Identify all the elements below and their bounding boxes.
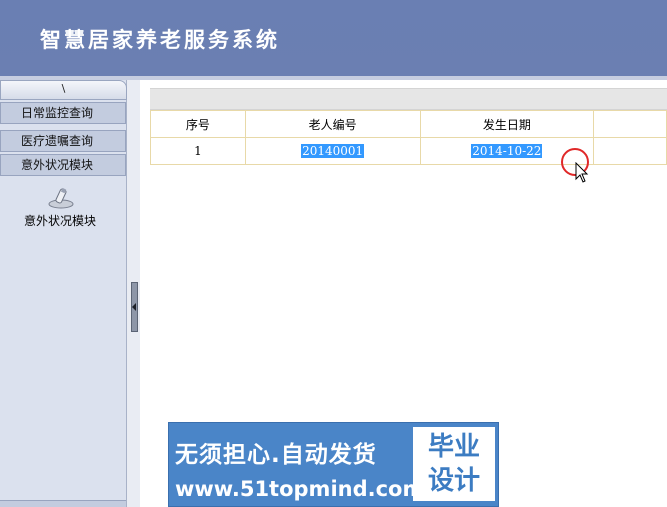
app-header: 智慧居家养老服务系统 [0,0,667,76]
sidebar-tab[interactable]: \ [0,80,127,100]
watermark-banner: 无须担心.自动发货 www.51topmind.com 毕业 设计 [168,422,499,507]
column-header-empty [593,110,667,138]
module-icon [48,187,74,209]
sidebar-item-accident-module[interactable]: 意外状况模块 [0,154,126,176]
watermark-badge-line1: 毕业 [427,432,480,462]
accident-module-shortcut[interactable]: 意外状况模块 [0,178,126,238]
collapse-sidebar-handle[interactable] [131,282,138,332]
watermark-badge: 毕业 设计 [413,427,495,501]
toolbar [150,88,667,110]
selected-text: 2014-10-22 [471,144,543,158]
watermark-url: www.51topmind.com [175,477,425,501]
sidebar: \ 日常监控查询 医疗遗嘱查询 意外状况模块 意外状况模块 [0,80,127,507]
table-header-row: 序号 老人编号 发生日期 [150,110,667,138]
accident-module-label: 意外状况模块 [23,214,96,228]
chevron-left-icon [132,303,136,311]
sidebar-item-daily-monitoring[interactable]: 日常监控查询 [0,102,126,124]
accident-table: 序号 老人编号 发生日期 1 20140001 2014-10-22 [150,110,667,165]
cell-index: 1 [150,137,246,165]
panel-splitter[interactable] [127,80,140,507]
cell-elder-id[interactable]: 20140001 [244,137,421,165]
column-header-index: 序号 [150,110,246,138]
column-header-elder-id: 老人编号 [244,110,421,138]
table-row[interactable]: 1 20140001 2014-10-22 [150,137,667,165]
cell-empty [593,137,667,165]
watermark-badge-line2: 设计 [427,466,480,496]
column-header-date: 发生日期 [419,110,595,138]
selected-text: 20140001 [301,144,365,158]
sidebar-footer [0,500,126,507]
app-title: 智慧居家养老服务系统 [40,27,280,52]
sidebar-item-medical-will[interactable]: 医疗遗嘱查询 [0,130,126,152]
mouse-cursor-icon [575,162,589,183]
watermark-slogan: 无须担心.自动发货 [175,442,377,468]
